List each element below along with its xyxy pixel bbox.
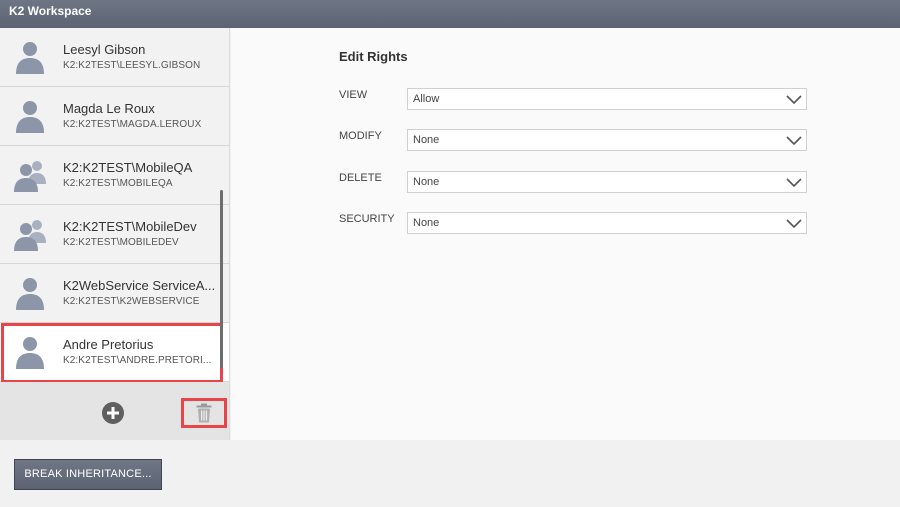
user-icon	[16, 278, 44, 310]
group-icon	[14, 161, 46, 192]
chevron-down-icon	[786, 95, 802, 105]
right-row-security: SECURITY None	[339, 212, 809, 236]
user-icon	[16, 42, 44, 74]
plus-circle-icon[interactable]	[101, 401, 125, 425]
chevron-down-icon	[786, 219, 802, 229]
user-list-panel: Leesyl Gibson K2:K2TEST\LEESYL.GIBSON Ma…	[0, 28, 230, 440]
chevron-down-icon	[786, 178, 802, 188]
user-list-footer	[0, 382, 229, 440]
user-login: K2:K2TEST\MOBILEDEV	[63, 237, 179, 248]
select-value: None	[413, 176, 440, 188]
user-name: Magda Le Roux	[63, 101, 155, 116]
user-list: Leesyl Gibson K2:K2TEST\LEESYL.GIBSON Ma…	[0, 28, 230, 382]
user-icon	[16, 101, 44, 133]
user-item[interactable]: Magda Le Roux K2:K2TEST\MAGDA.LEROUX	[0, 87, 229, 146]
user-item[interactable]: K2WebService ServiceA... K2:K2TEST\K2WEB…	[0, 264, 229, 323]
chevron-down-icon	[786, 136, 802, 146]
action-bar: BREAK INHERITANCE...	[0, 440, 900, 507]
security-select[interactable]: None	[407, 212, 807, 234]
right-label: SECURITY	[339, 213, 395, 225]
user-login: K2:K2TEST\MAGDA.LEROUX	[63, 119, 202, 130]
user-name: K2:K2TEST\MobileDev	[63, 219, 197, 234]
user-login: K2:K2TEST\MOBILEQA	[63, 178, 173, 189]
break-inheritance-button[interactable]: BREAK INHERITANCE...	[14, 459, 162, 490]
view-select[interactable]: Allow	[407, 88, 807, 110]
user-name: K2:K2TEST\MobileQA	[63, 160, 193, 175]
right-label: DELETE	[339, 172, 382, 184]
select-value: None	[413, 217, 440, 229]
trash-icon	[196, 403, 212, 423]
edit-rights-title: Edit Rights	[339, 49, 408, 64]
window-title: K2 Workspace	[0, 0, 900, 28]
user-item[interactable]: K2:K2TEST\MobileQA K2:K2TEST\MOBILEQA	[0, 146, 229, 205]
select-value: Allow	[413, 93, 440, 105]
right-row-view: VIEW Allow	[339, 88, 809, 112]
select-value: None	[413, 134, 440, 146]
right-label: MODIFY	[339, 130, 382, 142]
selection-highlight	[1, 323, 223, 382]
user-item[interactable]: Leesyl Gibson K2:K2TEST\LEESYL.GIBSON	[0, 28, 229, 87]
user-name: Leesyl Gibson	[63, 42, 146, 57]
group-icon	[14, 220, 46, 251]
delete-button[interactable]	[181, 398, 227, 428]
delete-select[interactable]: None	[407, 171, 807, 193]
scrollbar[interactable]	[220, 190, 223, 368]
right-row-delete: DELETE None	[339, 171, 809, 195]
user-name: K2WebService ServiceA...	[63, 278, 216, 293]
user-item[interactable]: K2:K2TEST\MobileDev K2:K2TEST\MOBILEDEV	[0, 205, 229, 264]
edit-rights-panel: Edit Rights VIEW Allow MODIFY None DELET…	[231, 28, 900, 440]
user-login: K2:K2TEST\K2WEBSERVICE	[63, 296, 200, 307]
right-row-modify: MODIFY None	[339, 129, 809, 153]
right-label: VIEW	[339, 89, 368, 101]
user-login: K2:K2TEST\LEESYL.GIBSON	[63, 60, 201, 71]
modify-select[interactable]: None	[407, 129, 807, 151]
